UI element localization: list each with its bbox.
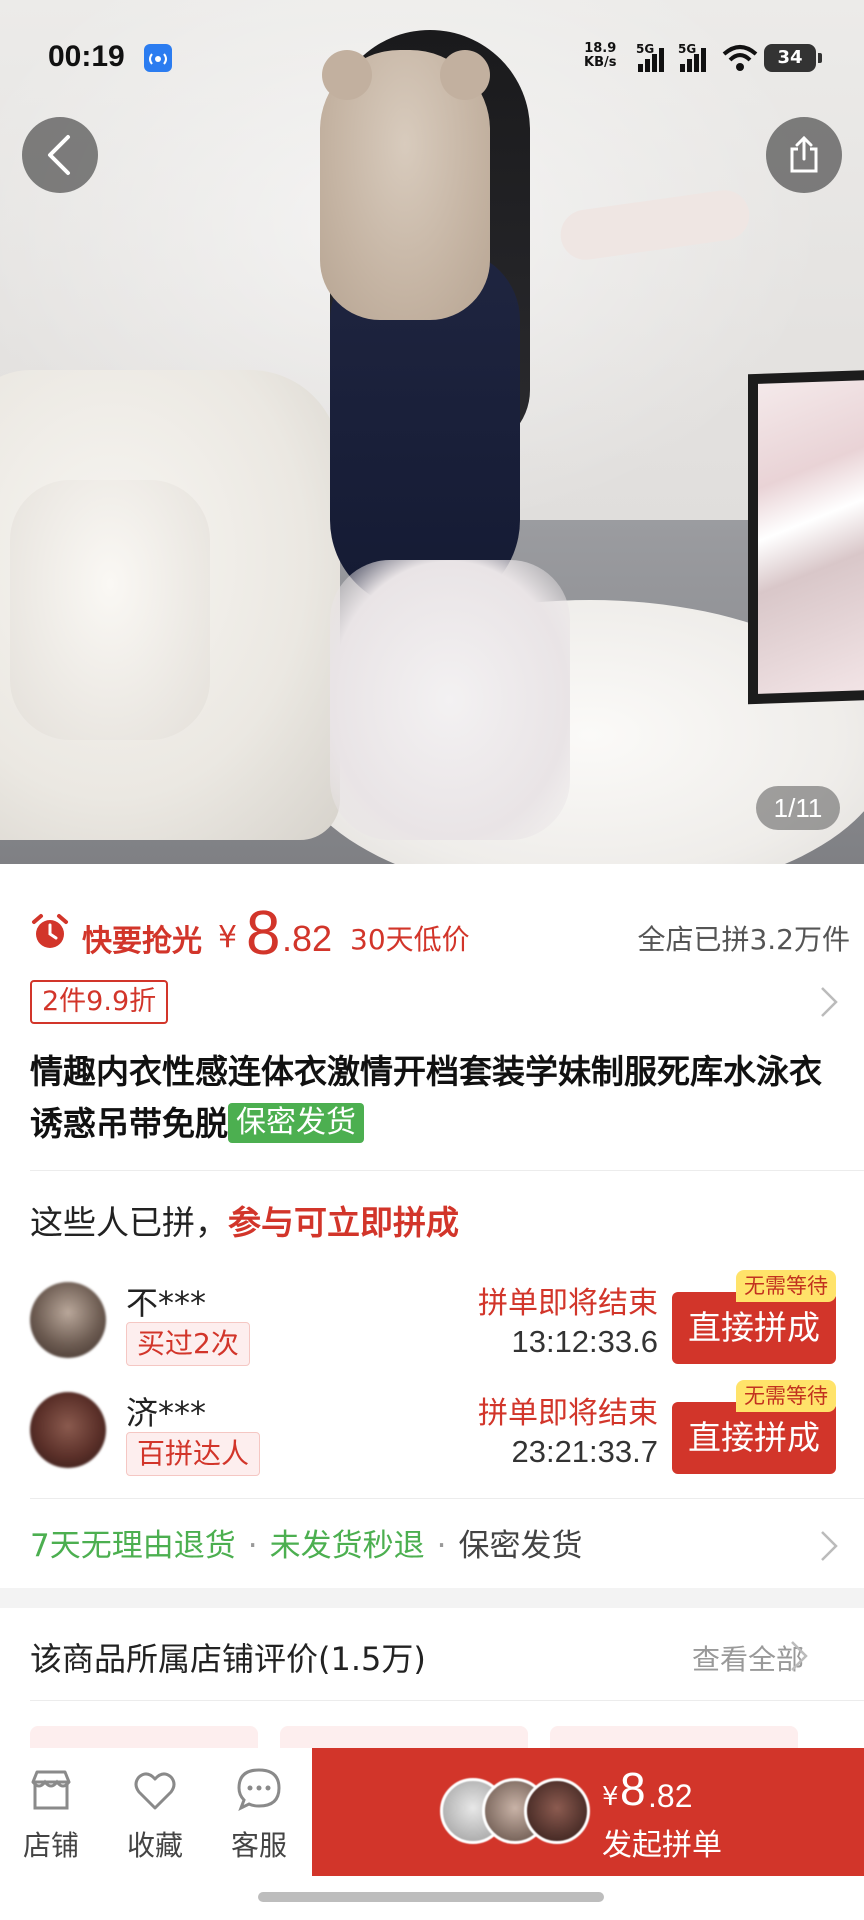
group-countdown: 23:21:33.7 bbox=[511, 1434, 658, 1469]
price-decimal: .82 bbox=[282, 918, 333, 959]
signal-icon: 5G bbox=[678, 42, 712, 72]
chevron-left-icon bbox=[48, 135, 70, 175]
secret-shipping-tag: 保密发货 bbox=[228, 1103, 364, 1143]
buy-price-integer: 8 bbox=[620, 1763, 646, 1815]
alarm-clock-icon bbox=[32, 914, 68, 948]
price-row: 快要抢光 ¥ 8 .82 30天低价 全店已拼3.2万件 bbox=[30, 899, 850, 974]
net-speed-value: 18.9 bbox=[584, 41, 617, 56]
store-icon bbox=[31, 1770, 71, 1810]
no-wait-badge: 无需等待 bbox=[736, 1270, 836, 1302]
buy-price-currency: ¥ bbox=[602, 1782, 619, 1812]
home-indicator[interactable] bbox=[258, 1892, 604, 1902]
chevron-right-icon[interactable] bbox=[788, 1638, 810, 1674]
store-reviews-header[interactable]: 该商品所属店铺评价(1.5万) 查看全部 bbox=[30, 1630, 836, 1686]
chevron-right-icon[interactable] bbox=[818, 984, 840, 1020]
store-label: 店铺 bbox=[22, 1829, 79, 1862]
share-button[interactable] bbox=[766, 117, 842, 193]
sold-count: 全店已拼3.2万件 bbox=[637, 923, 850, 956]
group-ending-label: 拼单即将结束 bbox=[478, 1286, 658, 1321]
price-currency: ¥ bbox=[218, 920, 238, 955]
start-group-buy-button[interactable]: ¥ 8 .82 发起拼单 bbox=[312, 1748, 864, 1876]
store-button[interactable]: 店铺 bbox=[6, 1766, 96, 1864]
photo-cushion bbox=[10, 480, 210, 740]
group-buy-header-highlight: 参与可立即拼成 bbox=[228, 1203, 459, 1242]
group-buy-header: 这些人已拼，参与可立即拼成 bbox=[30, 1196, 459, 1244]
group-buy-header-prefix: 这些人已拼， bbox=[30, 1203, 228, 1242]
guarantee-secret: 保密发货 bbox=[458, 1528, 583, 1564]
share-icon bbox=[790, 135, 818, 173]
battery-icon: 34 bbox=[764, 44, 822, 72]
wifi-icon bbox=[722, 44, 758, 72]
group-user-badge: 百拼达人 bbox=[126, 1432, 261, 1476]
join-group-button[interactable]: 直接拼成 bbox=[672, 1402, 836, 1474]
divider bbox=[30, 1700, 864, 1701]
product-title-text: 情趣内衣性感连体衣激情开档套装学妹制服死库水泳衣诱惑吊带免脱 bbox=[30, 1052, 822, 1143]
guarantee-refund: 未发货秒退 bbox=[269, 1528, 425, 1564]
no-wait-badge: 无需等待 bbox=[736, 1380, 836, 1412]
notification-icon bbox=[144, 44, 172, 72]
divider bbox=[30, 1170, 864, 1171]
group-row: 济*** 百拼达人 拼单即将结束 23:21:33.7 直接拼成 无需等待 bbox=[30, 1380, 836, 1482]
avatar bbox=[524, 1778, 590, 1844]
image-counter: 1/11 bbox=[756, 786, 840, 830]
photo-poster bbox=[748, 369, 864, 705]
group-ending-label: 拼单即将结束 bbox=[478, 1396, 658, 1431]
rush-label: 快要抢光 bbox=[82, 924, 202, 959]
avatar bbox=[30, 1282, 106, 1358]
group-countdown: 13:12:33.6 bbox=[511, 1324, 658, 1359]
photo-figure-legs bbox=[330, 560, 570, 840]
chat-icon bbox=[237, 1768, 281, 1812]
guarantee-separator: · bbox=[247, 1528, 258, 1564]
guarantee-return: 7天无理由退货 bbox=[30, 1528, 236, 1564]
favorite-button[interactable]: 收藏 bbox=[110, 1766, 200, 1864]
join-group-button[interactable]: 直接拼成 bbox=[672, 1292, 836, 1364]
reviews-title: 该商品所属店铺评价(1.5万) bbox=[30, 1640, 426, 1678]
group-user-name: 济*** bbox=[126, 1394, 207, 1432]
back-button[interactable] bbox=[22, 117, 98, 193]
signal-icon: 5G bbox=[636, 42, 670, 72]
customer-service-button[interactable]: 客服 bbox=[214, 1766, 304, 1864]
group-row: 不*** 买过2次 拼单即将结束 13:12:33.6 直接拼成 无需等待 bbox=[30, 1270, 836, 1372]
buy-label: 发起拼单 bbox=[602, 1828, 722, 1863]
price-integer: 8 bbox=[246, 899, 281, 968]
coupon-tag[interactable]: 2件9.9折 bbox=[30, 980, 169, 1024]
avatar bbox=[30, 1392, 106, 1468]
product-title: 情趣内衣性感连体衣激情开档套装学妹制服死库水泳衣诱惑吊带免脱 保密发货 bbox=[30, 1046, 840, 1150]
low-price-tag: 30天低价 bbox=[350, 923, 470, 956]
group-user-name: 不*** bbox=[126, 1284, 207, 1322]
net-speed-unit: KB/s bbox=[584, 55, 617, 70]
net-speed: 18.9 KB/s bbox=[584, 42, 616, 70]
customer-service-label: 客服 bbox=[230, 1829, 287, 1862]
status-bar: 00:19 18.9 KB/s 5G 5G 34 bbox=[0, 0, 864, 116]
divider bbox=[30, 1498, 864, 1499]
status-time: 00:19 bbox=[48, 40, 125, 73]
group-user-badge: 买过2次 bbox=[126, 1322, 250, 1366]
chevron-right-icon[interactable] bbox=[818, 1528, 840, 1564]
favorite-label: 收藏 bbox=[126, 1829, 183, 1862]
product-image[interactable] bbox=[0, 0, 864, 864]
section-gap bbox=[0, 1588, 864, 1608]
guarantee-separator: · bbox=[436, 1528, 447, 1564]
heart-icon bbox=[134, 1772, 176, 1810]
buy-price-decimal: .82 bbox=[648, 1778, 693, 1814]
service-guarantees[interactable]: 7天无理由退货 · 未发货秒退 · 保密发货 bbox=[30, 1520, 836, 1570]
